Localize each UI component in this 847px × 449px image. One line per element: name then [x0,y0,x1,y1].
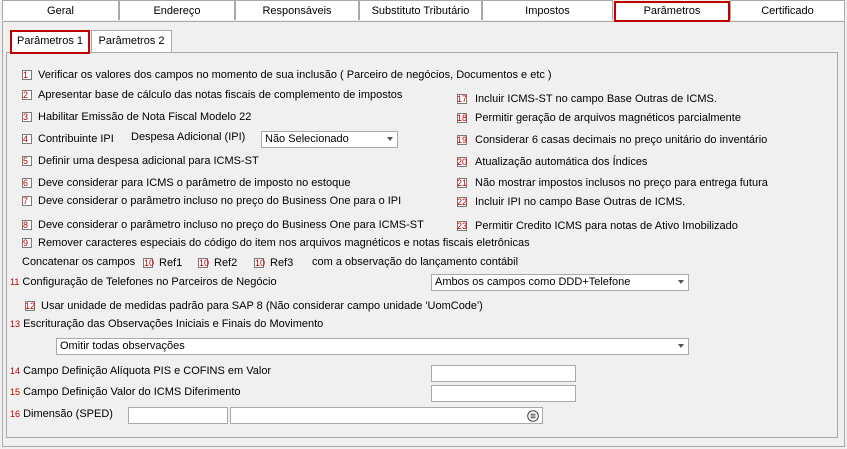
tab-responsaveis[interactable]: Responsáveis [235,0,359,20]
label-incluso-ipi: Deve considerar o parâmetro incluso no p… [38,195,402,207]
label-icms-st-base-outras: Incluir ICMS-ST no campo Base Outras de … [475,93,717,105]
item-number-21: 21 [457,178,468,188]
item-number-4: 4 [23,134,29,144]
label-escrituracao-observacoes: 13 Escrituração das Observações Iniciais… [10,318,323,331]
list-picker-icon[interactable] [527,410,539,422]
dimensao-sped-code-input[interactable] [128,407,228,424]
item-number-13: 13 [10,319,21,329]
chevron-down-icon [678,280,684,284]
chevron-down-icon [387,137,393,141]
label-impostos-entrega-futura: Não mostrar impostos inclusos no preço p… [475,177,768,189]
item-number-19: 19 [457,135,468,145]
label-modelo-22: Habilitar Emissão de Nota Fiscal Modelo … [38,111,252,123]
tab-parametros-1[interactable]: Parâmetros 1 [10,30,90,54]
tab-parametros[interactable]: Parâmetros [614,1,730,22]
label-escrituracao-text: Escrituração das Observações Iniciais e … [23,318,324,330]
escrituracao-observacoes-value: Omitir todas observações [60,340,185,352]
item-number-14: 14 [10,366,21,376]
label-despesa-icms-st: Definir uma despesa adicional para ICMS-… [38,155,259,167]
aliquota-pis-cofins-input[interactable] [431,365,576,382]
despesa-adicional-ipi-select[interactable]: Não Selecionado [261,131,398,148]
item-number-10-ref1: 10 [144,258,155,268]
label-dimensao-sped: 16 Dimensão (SPED) [10,408,113,421]
label-6-casas-decimais: Considerar 6 casas decimais no preço uni… [475,134,768,146]
escrituracao-observacoes-select[interactable]: Omitir todas observações [56,338,689,355]
item-number-5: 5 [23,156,29,166]
item-number-1: 1 [23,70,29,80]
item-number-8: 8 [23,220,29,230]
item-number-10-ref2: 10 [199,258,210,268]
item-number-2: 2 [23,90,29,100]
item-number-3: 3 [23,112,29,122]
item-number-7: 7 [23,196,29,206]
label-atualizacao-indices: Atualização automática dos Índices [475,156,648,168]
label-config-telefones: 11 Configuração de Telefones no Parceiro… [10,276,277,289]
label-arquivos-magneticos-parcial: Permitir geração de arquivos magnéticos … [475,112,741,124]
label-config-telefones-text: Configuração de Telefones no Parceiros d… [22,276,277,288]
dimensao-sped-description-input[interactable] [230,407,543,424]
label-icms-diferimento-text: Campo Definição Valor do ICMS Diferiment… [23,386,241,398]
item-number-18: 18 [457,113,468,123]
label-aliquota-text: Campo Definição Alíquota PIS e COFINS em… [23,365,272,377]
label-ref2: Ref2 [214,257,238,269]
chevron-down-icon [678,344,684,348]
item-number-22: 22 [457,197,468,207]
label-dimensao-text: Dimensão (SPED) [23,408,113,420]
label-verificar-valores: Verificar os valores dos campos no momen… [38,69,552,81]
label-unidade-medidas-sap8: Usar unidade de medidas padrão para SAP … [41,300,483,312]
label-aliquota-pis-cofins: 14 Campo Definição Alíquota PIS e COFINS… [10,365,271,378]
label-credito-icms-ativo: Permitir Credito ICMS para notas de Ativ… [475,220,738,232]
tab-substituto-tributario[interactable]: Substituto Tributário [359,0,482,20]
label-remover-caracteres: Remover caracteres especiais do código d… [38,237,530,249]
label-icms-estoque: Deve considerar para ICMS o parâmetro de… [38,177,351,189]
tab-impostos[interactable]: Impostos [482,0,613,20]
item-number-15: 15 [10,387,21,397]
item-number-6: 6 [23,178,29,188]
label-ref3: Ref3 [270,257,294,269]
label-icms-diferimento: 15 Campo Definição Valor do ICMS Diferim… [10,386,241,399]
label-concatenar-campos: Concatenar os campos [22,256,136,268]
label-ref1: Ref1 [159,257,183,269]
icms-diferimento-input[interactable] [431,385,576,402]
item-number-17: 17 [457,94,468,104]
item-number-20: 20 [457,157,468,167]
label-contribuinte-ipi: Contribuinte IPI [38,133,114,145]
tab-endereco[interactable]: Endereço [119,0,235,20]
item-number-12: 12 [25,301,36,311]
item-number-9: 9 [23,238,29,248]
config-telefones-select[interactable]: Ambos os campos como DDD+Telefone [431,274,689,291]
label-ipi-base-outras: Incluir IPI no campo Base Outras de ICMS… [475,196,686,208]
config-telefones-value: Ambos os campos como DDD+Telefone [435,276,631,288]
label-incluso-icms-st: Deve considerar o parâmetro incluso no p… [38,219,424,231]
label-despesa-adicional-ipi: Despesa Adicional (IPI) [131,131,246,143]
tab-geral[interactable]: Geral [2,0,119,20]
item-number-23: 23 [457,221,468,231]
item-number-10-ref3: 10 [255,258,266,268]
tab-certificado[interactable]: Certificado [730,0,845,20]
tab-parametros-2[interactable]: Parâmetros 2 [91,30,172,52]
despesa-adicional-ipi-value: Não Selecionado [265,133,349,145]
item-number-16: 16 [10,409,21,419]
label-base-calculo: Apresentar base de cálculo das notas fis… [38,89,403,101]
item-number-11: 11 [10,277,20,287]
label-observacao-lancamento: com a observação do lançamento contábil [312,256,519,268]
